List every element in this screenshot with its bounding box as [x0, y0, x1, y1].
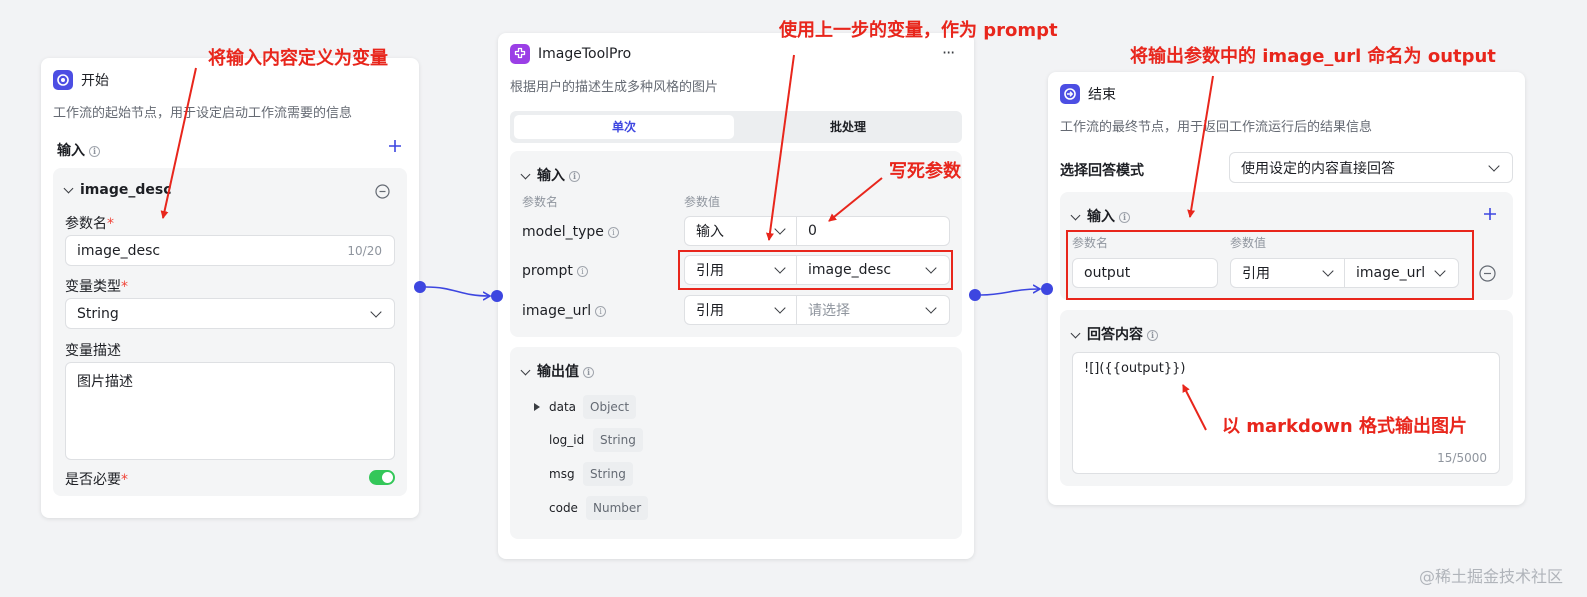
chevron-down-icon	[774, 223, 786, 235]
puzzle-icon	[510, 44, 530, 64]
chevron-down-icon	[774, 302, 786, 314]
output-code-name: code	[549, 501, 578, 515]
char-count: 10/20	[347, 243, 382, 258]
chevron-down-icon	[1070, 210, 1081, 221]
chevron-down-icon	[925, 302, 937, 314]
chevron-down-icon	[370, 306, 382, 318]
annotation-5: 以 markdown 格式输出图片	[1222, 416, 1467, 437]
output-log-id-name: log_id	[549, 433, 585, 447]
info-icon: i	[607, 226, 619, 238]
variable-desc-label: 变量描述	[65, 343, 121, 359]
info-icon: i	[583, 366, 594, 378]
variable-header[interactable]: image_desc	[63, 182, 172, 198]
start-output-port[interactable]	[414, 281, 426, 293]
tool-node-title: ImageToolPro	[538, 46, 632, 62]
exit-icon	[1060, 84, 1080, 104]
col-param-name: 参数名	[522, 195, 559, 209]
image-tool-node[interactable]: ImageToolPro ··· 根据用户的描述生成多种风格的图片 单次 批处理…	[498, 33, 974, 559]
info-icon: i	[89, 145, 100, 157]
end-node-description: 工作流的最终节点，用于返回工作流运行后的结果信息	[1060, 120, 1373, 135]
variable-type-label: 变量类型*	[65, 279, 128, 295]
chevron-down-icon	[1488, 160, 1500, 172]
model-type-value-input[interactable]: 0	[796, 216, 950, 246]
end-node-title: 结束	[1088, 87, 1116, 103]
plus-icon	[389, 140, 401, 152]
start-node-header: 开始	[53, 70, 109, 90]
variable-type-select[interactable]: String	[65, 298, 395, 329]
minus-circle-icon	[1479, 265, 1496, 282]
chevron-down-icon	[63, 183, 74, 194]
plus-icon	[1484, 208, 1496, 220]
output-log-id-type: String	[593, 428, 643, 452]
answer-mode-select[interactable]: 使用设定的内容直接回答	[1229, 152, 1513, 183]
start-node-description: 工作流的起始节点，用于设定启动工作流需要的信息	[53, 106, 353, 121]
highlight-prompt-row	[678, 250, 953, 290]
connector-start-to-tool	[425, 286, 489, 296]
tool-output-section: 输出值 i data Object log_id String msg Strin…	[510, 347, 962, 539]
end-input-port[interactable]	[1041, 283, 1053, 295]
required-toggle[interactable]	[369, 470, 395, 485]
toggle-knob	[382, 472, 393, 483]
start-input-heading: 输入 i	[57, 140, 100, 160]
chevron-down-icon	[1070, 328, 1081, 339]
mode-tabs: 单次 批处理	[510, 111, 962, 143]
info-icon: i	[595, 305, 607, 317]
param-row-image-url: image_url i	[522, 303, 607, 319]
start-icon	[53, 70, 73, 90]
chevron-down-icon	[520, 169, 531, 180]
annotation-4: 将输出参数中的 image_url 命名为 output	[1130, 46, 1496, 67]
tool-node-header: ImageToolPro	[510, 44, 631, 64]
col-param-value: 参数值	[684, 195, 721, 209]
highlight-end-params	[1066, 230, 1474, 300]
end-input-heading[interactable]: 输入 i	[1070, 206, 1130, 226]
info-icon: i	[569, 170, 580, 182]
start-node[interactable]: 开始 工作流的起始节点，用于设定启动工作流需要的信息 输入 i image_des…	[41, 58, 419, 518]
chevron-down-icon	[520, 365, 531, 376]
answer-mode-label: 选择回答模式	[1060, 163, 1144, 179]
add-input-button[interactable]	[387, 138, 403, 154]
add-end-input-button[interactable]	[1482, 206, 1498, 222]
connector-tool-to-end	[980, 289, 1039, 296]
remove-end-param-button[interactable]	[1479, 265, 1496, 282]
caret-right-icon[interactable]	[534, 403, 540, 411]
param-row-model-type: model_type i	[522, 224, 619, 240]
output-data-type: Object	[583, 395, 637, 419]
more-options-icon[interactable]: ···	[942, 43, 955, 62]
output-data-name: data	[549, 400, 577, 414]
output-msg-type: String	[583, 462, 633, 486]
output-code-type: Number	[586, 496, 649, 520]
annotation-3: 写死参数	[889, 161, 961, 182]
param-name-input[interactable]: image_desc 10/20	[65, 235, 395, 266]
remove-variable-button[interactable]	[375, 184, 390, 199]
tool-output-heading[interactable]: 输出值 i	[520, 361, 594, 381]
tool-output-port[interactable]	[969, 289, 981, 301]
image-url-value-select[interactable]: 请选择	[796, 295, 950, 325]
tool-input-heading[interactable]: 输入 i	[520, 165, 580, 185]
tool-node-description: 根据用户的描述生成多种风格的图片	[510, 80, 719, 95]
answer-content-section: 回答内容 i ![]({{output}}) 15/5000	[1060, 310, 1513, 486]
end-node-header: 结束	[1060, 84, 1116, 104]
annotation-2: 使用上一步的变量，作为 prompt	[779, 20, 1058, 41]
param-row-prompt: prompt i	[522, 263, 588, 279]
variable-desc-textarea[interactable]: 图片描述	[65, 362, 395, 460]
param-name-label: 参数名*	[65, 216, 114, 232]
info-icon: i	[1119, 211, 1130, 223]
start-node-title: 开始	[81, 73, 109, 89]
tab-single[interactable]: 单次	[514, 115, 734, 139]
output-msg-name: msg	[549, 467, 575, 481]
answer-content-heading[interactable]: 回答内容 i	[1070, 324, 1158, 344]
tab-batch[interactable]: 批处理	[738, 115, 958, 139]
minus-circle-icon	[375, 184, 390, 199]
variable-card: image_desc 参数名* image_desc 10/20 变量类型* S…	[53, 168, 407, 496]
info-icon: i	[576, 265, 588, 277]
tool-input-port[interactable]	[491, 290, 503, 302]
required-label: 是否必要*	[65, 472, 128, 488]
watermark: @稀土掘金技术社区	[1418, 567, 1563, 586]
answer-char-count: 15/5000	[1437, 451, 1487, 465]
info-icon: i	[1147, 329, 1158, 341]
model-type-mode-select[interactable]: 输入	[684, 216, 797, 246]
annotation-1: 将输入内容定义为变量	[208, 48, 388, 69]
image-url-mode-select[interactable]: 引用	[684, 295, 797, 325]
